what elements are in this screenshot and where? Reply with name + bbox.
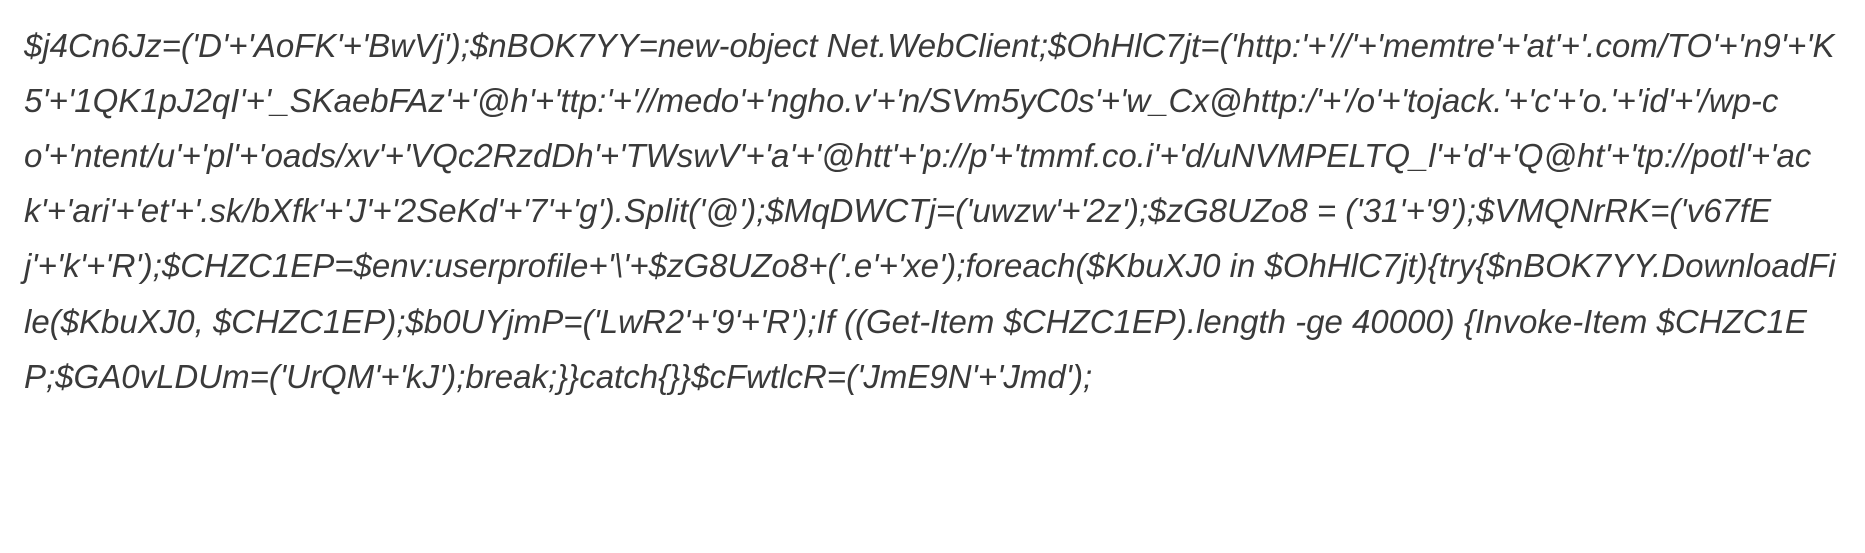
code-text: $j4Cn6Jz=('D'+'AoFK'+'BwVj');$nBOK7YY=ne… [24,18,1841,404]
